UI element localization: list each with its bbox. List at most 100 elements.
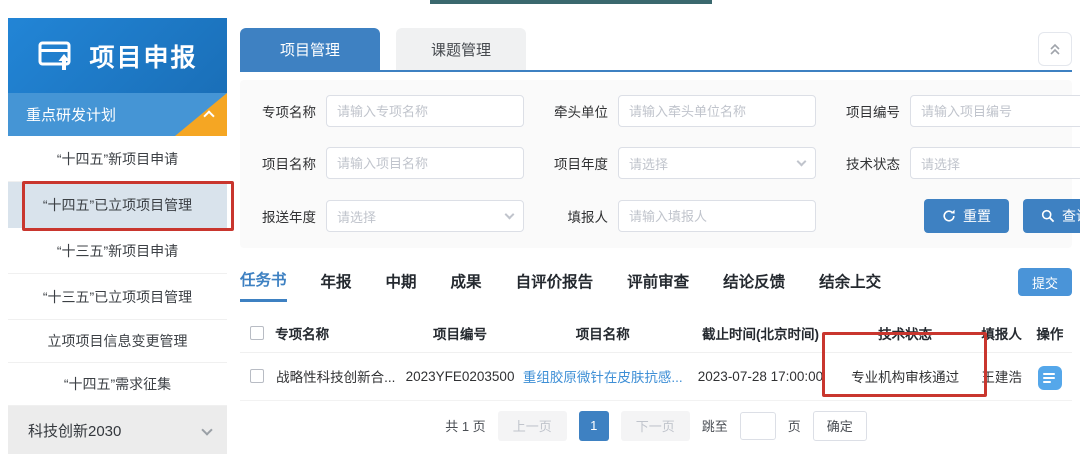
header-project-no: 项目编号 [401,314,520,352]
sidebar-item-sci-tech-innovation-2030[interactable]: 科技创新2030 [8,406,227,454]
subtab-annual-report[interactable]: 年报 [321,270,352,301]
header-operation: 操作 [1028,314,1072,352]
field-reporter: 填报人 [546,199,816,233]
lead-unit-input[interactable] [618,95,816,127]
top-divider [430,0,712,4]
sidebar-item-label: 立项项目信息变更管理 [48,331,188,351]
select-placeholder: 请选择 [629,154,798,173]
tab-topic-management[interactable]: 课题管理 [396,28,526,70]
subtab-surplus-submission[interactable]: 结余上交 [819,270,881,301]
orange-corner [175,93,227,136]
field-label: 专项名称 [254,101,316,121]
tech-status-select[interactable]: 请选择 [910,147,1080,179]
select-placeholder: 请选择 [921,154,1080,173]
project-no-input[interactable] [910,95,1080,127]
pagination: 共 1 页 上一页 1 下一页 跳至 页 确定 [240,411,1072,441]
cell-reporter: 王建浩 [975,352,1027,400]
subtab-midterm[interactable]: 中期 [386,270,417,301]
field-special-name: 专项名称 [254,95,524,127]
project-name-input[interactable] [326,147,524,179]
sidebar-item-label: “十四五”需求征集 [64,374,171,394]
special-name-input[interactable] [326,95,524,127]
app-logo: 项目申报 [8,18,227,93]
search-form: 专项名称 牵头单位 项目编号 项目名称 项目年度 请选择 [240,80,1072,248]
field-label: 项目名称 [254,153,316,173]
subtab-achievements[interactable]: 成果 [451,270,482,301]
jump-suffix-label: 页 [788,416,801,435]
sidebar-item-14-5-demand-collection[interactable]: “十四五”需求征集 [8,363,227,406]
header-reporter: 填报人 [975,314,1027,352]
collapse-panel-button[interactable] [1038,32,1072,66]
field-report-year: 报送年度 请选择 [254,199,524,233]
sidebar-item-info-change-management[interactable]: 立项项目信息变更管理 [8,320,227,363]
table-header-row: 专项名称 项目编号 项目名称 截止时间(北京时间) 技术状态 填报人 操作 [240,314,1072,352]
subtab-pre-review[interactable]: 评前审查 [627,270,689,301]
document-lines-icon [1043,373,1055,375]
submit-button[interactable]: 提交 [1018,268,1072,296]
sidebar-item-13-5-approved-management[interactable]: “十三五”已立项项目管理 [8,274,227,320]
confirm-jump-button[interactable]: 确定 [813,411,867,441]
sidebar-item-14-5-approved-management[interactable]: “十四五”已立项项目管理 [8,182,227,228]
cell-project-no: 2023YFE0203500 [401,352,520,400]
row-checkbox[interactable] [250,369,264,383]
form-buttons: 重置 查询 [838,199,1080,233]
jump-page-input[interactable] [740,412,776,440]
sidebar-item-label: “十三五”已立项项目管理 [43,287,192,307]
field-label: 填报人 [546,206,608,226]
report-year-select[interactable]: 请选择 [326,200,524,232]
table-row: 战略性科技创新合... 2023YFE0203500 重组胶原微针在皮肤抗感..… [240,352,1072,400]
row-detail-button[interactable] [1038,366,1062,390]
sidebar-item-label: “十四五”已立项项目管理 [43,195,192,215]
search-button[interactable]: 查询 [1023,199,1080,233]
app-title: 项目申报 [89,38,197,74]
cell-tech-status: 专业机构审核通过 [835,352,976,400]
prev-page-button[interactable]: 上一页 [498,411,567,441]
tab-label: 项目管理 [280,39,340,60]
subtab-self-evaluation-report[interactable]: 自评价报告 [516,270,594,301]
reporter-input[interactable] [618,200,816,232]
header-special-name: 专项名称 [274,314,401,352]
main-content: 项目管理 课题管理 专项名称 牵头单位 项目 [240,30,1072,441]
sub-tab-bar: 任务书 年报 中期 成果 自评价报告 评前审查 结论反馈 结余上交 提交 [240,268,1072,302]
magnifier-icon [1041,209,1055,223]
subtab-task-book[interactable]: 任务书 [240,268,287,302]
app-screen: 项目申报 重点研发计划 “十四五”新项目申请 “十四五”已立项项目管理 “十三五… [0,0,1080,457]
subtab-conclusion-feedback[interactable]: 结论反馈 [723,270,785,301]
field-label: 技术状态 [838,153,900,173]
current-page-button[interactable]: 1 [579,411,609,441]
project-year-select[interactable]: 请选择 [618,147,816,179]
sidebar-item-13-5-new-application[interactable]: “十三五”新项目申请 [8,228,227,274]
sidebar-section-label: 重点研发计划 [26,104,116,125]
field-label: 报送年度 [254,206,316,226]
sidebar-item-label: “十四五”新项目申请 [57,149,178,169]
field-project-name: 项目名称 [254,147,524,179]
select-all-checkbox[interactable] [250,326,264,340]
select-placeholder: 请选择 [337,207,506,226]
double-chevron-up-icon [1047,41,1063,57]
project-table: 专项名称 项目编号 项目名称 截止时间(北京时间) 技术状态 填报人 操作 战略… [240,314,1072,401]
next-page-button[interactable]: 下一页 [621,411,690,441]
sidebar-item-label: 科技创新2030 [28,420,121,441]
header-project-name: 项目名称 [519,314,686,352]
button-label: 重置 [963,206,991,226]
field-project-no: 项目编号 [838,95,1080,127]
sidebar-item-14-5-new-application[interactable]: “十四五”新项目申请 [8,136,227,182]
header-tech-status: 技术状态 [835,314,976,352]
tab-project-management[interactable]: 项目管理 [240,28,380,70]
chevron-down-icon [797,157,807,167]
project-name-link[interactable]: 重组胶原微针在皮肤抗感... [523,370,683,385]
tab-bar: 项目管理 课题管理 [240,30,1072,72]
cell-special-name: 战略性科技创新合... [274,352,401,400]
reset-button[interactable]: 重置 [924,199,1009,233]
page-total: 共 1 页 [445,416,485,435]
chevron-down-icon [505,210,515,220]
field-label: 项目编号 [838,101,900,121]
document-upload-icon [37,39,77,73]
sidebar: 项目申报 重点研发计划 “十四五”新项目申请 “十四五”已立项项目管理 “十三五… [8,18,227,454]
refresh-icon [942,209,956,223]
jump-prefix-label: 跳至 [702,416,728,435]
chevron-down-icon [201,424,212,435]
sidebar-section-key-rd-plan[interactable]: 重点研发计划 [8,93,227,136]
field-lead-unit: 牵头单位 [546,95,816,127]
header-deadline: 截止时间(北京时间) [686,314,835,352]
